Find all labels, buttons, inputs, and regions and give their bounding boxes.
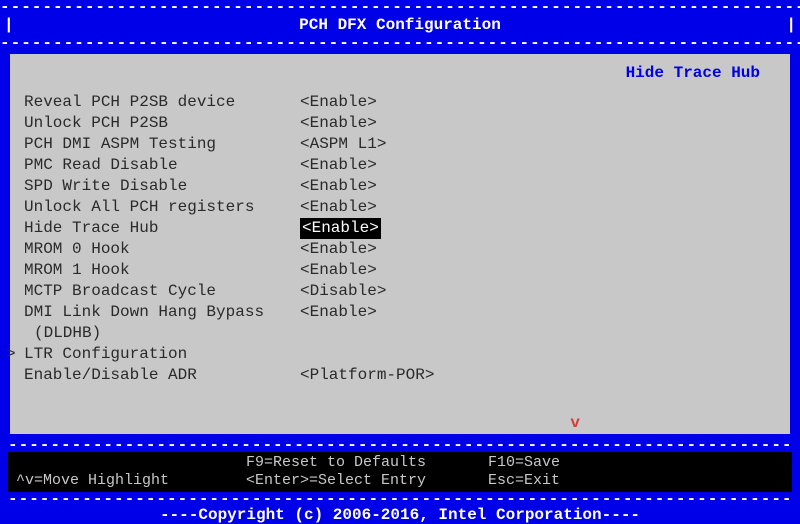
option-value: <Enable> xyxy=(300,239,377,260)
option-row[interactable]: Hide Trace Hub<Enable> xyxy=(24,218,776,239)
label-continuation: (DLDHB) xyxy=(24,323,776,344)
option-row[interactable]: MROM 0 Hook<Enable> xyxy=(24,239,776,260)
border-pipe-right: | xyxy=(786,14,796,36)
option-value: <Disable> xyxy=(300,281,386,302)
option-row[interactable]: Reveal PCH P2SB device<Enable> xyxy=(24,92,776,113)
option-label: Hide Trace Hub xyxy=(24,218,300,239)
submenu-ltr-configuration[interactable]: LTR Configuration xyxy=(24,344,776,365)
copyright-line: ----Copyright (c) 2006-2016, Intel Corpo… xyxy=(0,506,800,524)
option-label: SPD Write Disable xyxy=(24,176,300,197)
help-empty xyxy=(16,454,246,472)
submenu-label: LTR Configuration xyxy=(24,344,300,365)
option-list: Reveal PCH P2SB device<Enable>Unlock PCH… xyxy=(24,92,776,323)
help-move: ^v=Move Highlight xyxy=(16,472,246,490)
scroll-down-indicator-icon: v xyxy=(570,414,580,432)
option-value: <Enable> xyxy=(300,113,377,134)
option-enable-disable-adr[interactable]: Enable/Disable ADR <Platform-POR> xyxy=(24,365,776,386)
option-value: <Enable> xyxy=(300,302,377,323)
option-label: MROM 1 Hook xyxy=(24,260,300,281)
option-value: <Enable> xyxy=(300,260,377,281)
help-top-dashes: ----------------------------------------… xyxy=(8,438,792,452)
help-f9: F9=Reset to Defaults xyxy=(246,454,488,472)
option-row[interactable]: MROM 1 Hook<Enable> xyxy=(24,260,776,281)
option-value: <Enable> xyxy=(300,197,377,218)
main-panel: Hide Trace Hub Reveal PCH P2SB device<En… xyxy=(8,54,792,434)
option-value: <Enable> xyxy=(300,176,377,197)
help-row-2: ^v=Move Highlight <Enter>=Select Entry E… xyxy=(16,472,784,490)
option-value: <Enable> xyxy=(300,218,381,239)
help-bottom-dashes: ----------------------------------------… xyxy=(8,492,792,506)
option-row[interactable]: SPD Write Disable<Enable> xyxy=(24,176,776,197)
title-under-dashes: ----------------------------------------… xyxy=(0,36,800,50)
option-row[interactable]: Unlock PCH P2SB<Enable> xyxy=(24,113,776,134)
copyright-text: Copyright (c) 2006-2016, Intel Corporati… xyxy=(198,506,601,524)
option-row[interactable]: PCH DMI ASPM Testing<ASPM L1> xyxy=(24,134,776,155)
bios-screen: ----------------------------------------… xyxy=(0,0,800,511)
option-label: MCTP Broadcast Cycle xyxy=(24,281,300,302)
option-row[interactable]: Unlock All PCH registers<Enable> xyxy=(24,197,776,218)
option-value: <Enable> xyxy=(300,92,377,113)
option-label: DMI Link Down Hang Bypass xyxy=(24,302,300,323)
footer: ----------------------------------------… xyxy=(8,438,792,506)
border-pipe-left: | xyxy=(4,14,14,36)
option-row[interactable]: PMC Read Disable<Enable> xyxy=(24,155,776,176)
option-description: Hide Trace Hub xyxy=(626,64,760,82)
title-bar: | PCH DFX Configuration | xyxy=(0,14,800,36)
option-label: PCH DMI ASPM Testing xyxy=(24,134,300,155)
option-label: Enable/Disable ADR xyxy=(24,365,300,386)
page-title: PCH DFX Configuration xyxy=(299,16,501,34)
help-esc: Esc=Exit xyxy=(488,472,560,490)
help-f10: F10=Save xyxy=(488,454,560,472)
help-panel: F9=Reset to Defaults F10=Save ^v=Move Hi… xyxy=(8,452,792,492)
option-row[interactable]: DMI Link Down Hang Bypass<Enable> xyxy=(24,302,776,323)
option-row[interactable]: MCTP Broadcast Cycle<Disable> xyxy=(24,281,776,302)
help-row-1: F9=Reset to Defaults F10=Save xyxy=(16,454,784,472)
option-value: <Enable> xyxy=(300,155,377,176)
top-border-dashes: ----------------------------------------… xyxy=(0,0,800,14)
option-value: <ASPM L1> xyxy=(300,134,386,155)
option-label: Reveal PCH P2SB device xyxy=(24,92,300,113)
option-label: PMC Read Disable xyxy=(24,155,300,176)
help-enter: <Enter>=Select Entry xyxy=(246,472,488,490)
option-label: MROM 0 Hook xyxy=(24,239,300,260)
option-label: Unlock PCH P2SB xyxy=(24,113,300,134)
option-value: <Platform-POR> xyxy=(300,365,434,386)
option-label: Unlock All PCH registers xyxy=(24,197,300,218)
